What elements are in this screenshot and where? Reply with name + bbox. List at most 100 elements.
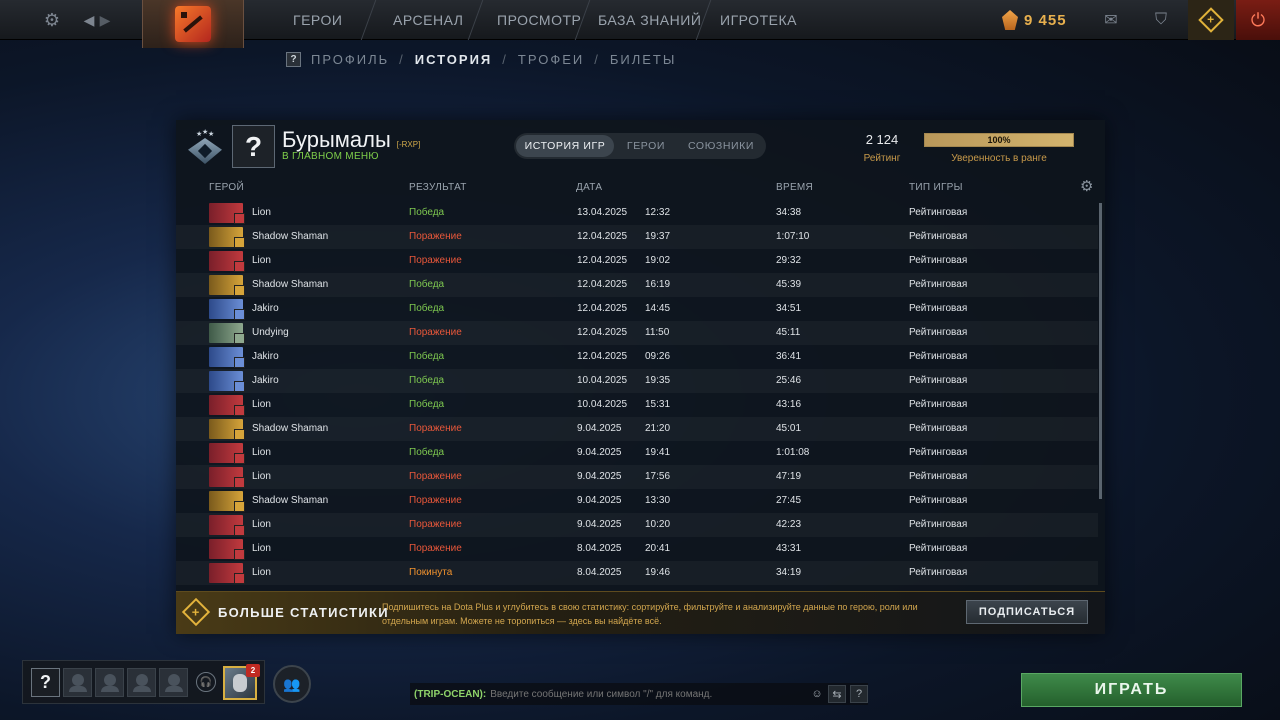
match-result: Поражение bbox=[409, 543, 462, 554]
match-result: Победа bbox=[409, 303, 445, 314]
armory-icon[interactable]: ⛉ bbox=[1148, 0, 1174, 40]
screenshot-icon[interactable]: ⇆ bbox=[828, 685, 846, 703]
match-time: 19:02 bbox=[645, 255, 671, 266]
game-type: Рейтинговая bbox=[909, 231, 968, 242]
subnav-trophies[interactable]: ТРОФЕИ bbox=[518, 52, 584, 67]
match-duration: 42:23 bbox=[776, 519, 802, 530]
match-date: 12.04.2025 bbox=[577, 231, 628, 242]
table-row[interactable]: Lion Поражение 9.04.2025 10:20 42:23 Рейтинго… bbox=[176, 513, 1098, 537]
table-row[interactable]: Shadow Shaman Победа 12.04.2025 16:19 45:39 Р… bbox=[176, 273, 1098, 297]
match-date: 9.04.2025 bbox=[577, 519, 622, 530]
power-icon[interactable]: ⏻ bbox=[1236, 0, 1280, 40]
table-header: ГЕРОЙ РЕЗУЛЬТАТ ДАТА ВРЕМЯ ТИП ИГРЫ bbox=[176, 182, 1105, 196]
table-row[interactable]: Jakiro Победа 12.04.2025 09:26 36:41 Рейтинго… bbox=[176, 345, 1098, 369]
nav-knowledge-base[interactable]: БАЗА ЗНАНИЙ bbox=[598, 0, 701, 40]
nav-arsenal[interactable]: АРСЕНАЛ bbox=[393, 0, 463, 40]
shards-count: 9 455 bbox=[1024, 11, 1067, 29]
role-icon bbox=[234, 501, 245, 512]
nav-heroes[interactable]: ГЕРОИ bbox=[293, 0, 342, 40]
match-time: 19:46 bbox=[645, 567, 671, 578]
dota-logo[interactable] bbox=[142, 0, 244, 48]
hero-name: Shadow Shaman bbox=[252, 279, 329, 290]
mail-icon[interactable]: ✉ bbox=[1098, 0, 1124, 40]
shards-balance[interactable]: 9 455 bbox=[1002, 0, 1067, 40]
col-result[interactable]: РЕЗУЛЬТАТ bbox=[409, 182, 467, 193]
chat-input[interactable] bbox=[490, 688, 811, 700]
tab-heroes[interactable]: ГЕРОИ bbox=[614, 135, 678, 157]
match-duration: 1:07:10 bbox=[776, 231, 810, 242]
table-row[interactable]: Lion Поражение 8.04.2025 20:41 43:31 Рейтинго… bbox=[176, 537, 1098, 561]
match-time: 19:37 bbox=[645, 231, 671, 242]
guild-tag: [-RXP] bbox=[396, 140, 421, 149]
hero-name: Undying bbox=[252, 327, 289, 338]
rank-medal-icon[interactable]: ★ ★ ★ bbox=[184, 128, 226, 172]
match-time: 16:19 bbox=[645, 279, 671, 290]
help-button[interactable]: ? bbox=[850, 685, 868, 703]
notification-badge: 2 bbox=[246, 664, 260, 677]
rank-confidence-bar: 100% bbox=[924, 133, 1074, 147]
dota-plus-button[interactable]: + bbox=[1188, 0, 1234, 40]
party-slot-empty[interactable] bbox=[95, 668, 124, 697]
rank-confidence-label: Уверенность в ранге bbox=[951, 153, 1047, 164]
group-icon[interactable]: 👥 bbox=[273, 665, 311, 703]
party-slot-empty[interactable] bbox=[159, 668, 188, 697]
role-icon bbox=[234, 285, 245, 296]
forward-arrow-icon[interactable]: ▶ bbox=[98, 0, 112, 40]
table-row[interactable]: Lion Победа 10.04.2025 15:31 43:16 Рейтингова… bbox=[176, 393, 1098, 417]
hero-name: Jakiro bbox=[252, 375, 279, 386]
match-result: Поражение bbox=[409, 471, 462, 482]
subnav-history[interactable]: ИСТОРИЯ bbox=[415, 52, 493, 67]
match-time: 17:56 bbox=[645, 471, 671, 482]
subscribe-button[interactable]: ПОДПИСАТЬСЯ bbox=[966, 600, 1088, 624]
subnav-profile[interactable]: ПРОФИЛЬ bbox=[311, 52, 389, 67]
party-slot-empty[interactable] bbox=[127, 668, 156, 697]
gear-icon[interactable]: ⚙ bbox=[1080, 179, 1096, 195]
back-arrow-icon[interactable]: ◀ bbox=[82, 0, 96, 40]
table-row[interactable]: Lion Победа 9.04.2025 19:41 1:01:08 Рейтингов… bbox=[176, 441, 1098, 465]
match-date: 8.04.2025 bbox=[577, 543, 622, 554]
smiley-icon[interactable]: ☺ bbox=[808, 685, 826, 703]
scrollbar[interactable] bbox=[1099, 203, 1102, 499]
table-row[interactable]: Lion Победа 13.04.2025 12:32 34:38 Рейтингова… bbox=[176, 201, 1098, 225]
chat-channel[interactable]: (TRIP-OCEAN): bbox=[414, 689, 486, 700]
rating-value: 2 124 bbox=[865, 132, 899, 147]
table-row[interactable]: Lion Поражение 9.04.2025 17:56 47:19 Рейтинго… bbox=[176, 465, 1098, 489]
match-result: Победа bbox=[409, 207, 445, 218]
mini-avatar[interactable]: ? bbox=[286, 51, 301, 67]
match-date: 9.04.2025 bbox=[577, 471, 622, 482]
table-row[interactable]: Jakiro Победа 12.04.2025 14:45 34:51 Рейтинго… bbox=[176, 297, 1098, 321]
col-duration[interactable]: ВРЕМЯ bbox=[776, 182, 813, 193]
col-game-type[interactable]: ТИП ИГРЫ bbox=[909, 182, 963, 193]
gear-icon[interactable]: ⚙ bbox=[40, 0, 64, 40]
table-row[interactable]: Jakiro Победа 10.04.2025 19:35 25:46 Рейтинго… bbox=[176, 369, 1098, 393]
match-time: 19:35 bbox=[645, 375, 671, 386]
table-row[interactable]: Shadow Shaman Поражение 9.04.2025 13:30 27:4… bbox=[176, 489, 1098, 513]
nav-watch[interactable]: ПРОСМОТР bbox=[497, 0, 581, 40]
hero-name: Shadow Shaman bbox=[252, 231, 329, 242]
play-button[interactable]: ИГРАТЬ bbox=[1021, 673, 1242, 707]
nav-arcade[interactable]: ИГРОТЕКА bbox=[720, 0, 797, 40]
tab-allies[interactable]: СОЮЗНИКИ bbox=[678, 135, 764, 157]
table-row[interactable]: Undying Поражение 12.04.2025 11:50 45:11 Рейт… bbox=[176, 321, 1098, 345]
party-slot-empty[interactable] bbox=[63, 668, 92, 697]
role-icon bbox=[234, 477, 245, 488]
hero-name: Lion bbox=[252, 567, 271, 578]
headset-icon[interactable]: 🎧 bbox=[196, 672, 216, 692]
player-avatar[interactable]: ? bbox=[232, 125, 275, 168]
table-row[interactable]: Lion Поражение 12.04.2025 19:02 29:32 Рейтинг… bbox=[176, 249, 1098, 273]
col-hero[interactable]: ГЕРОЙ bbox=[209, 182, 244, 193]
party-slot-self[interactable]: ? bbox=[31, 668, 60, 697]
role-icon bbox=[234, 333, 245, 344]
role-icon bbox=[234, 213, 245, 224]
col-date[interactable]: ДАТА bbox=[576, 182, 602, 193]
tab-match-history[interactable]: ИСТОРИЯ ИГР bbox=[516, 135, 614, 157]
match-date: 10.04.2025 bbox=[577, 399, 628, 410]
table-row[interactable]: Shadow Shaman Поражение 9.04.2025 21:20 45:0… bbox=[176, 417, 1098, 441]
banner-title: БОЛЬШЕ СТАТИСТИКИ bbox=[218, 605, 389, 620]
match-duration: 1:01:08 bbox=[776, 447, 810, 458]
table-row[interactable]: Shadow Shaman Поражение 12.04.2025 19:37 1:0… bbox=[176, 225, 1098, 249]
banner-description: Подпишитесь на Dota Plus и углубитесь в … bbox=[382, 602, 918, 626]
table-row[interactable]: Lion Покинута 8.04.2025 19:46 34:19 Рейтингов… bbox=[176, 561, 1098, 585]
match-date: 10.04.2025 bbox=[577, 375, 628, 386]
subnav-tickets[interactable]: БИЛЕТЫ bbox=[610, 52, 677, 67]
